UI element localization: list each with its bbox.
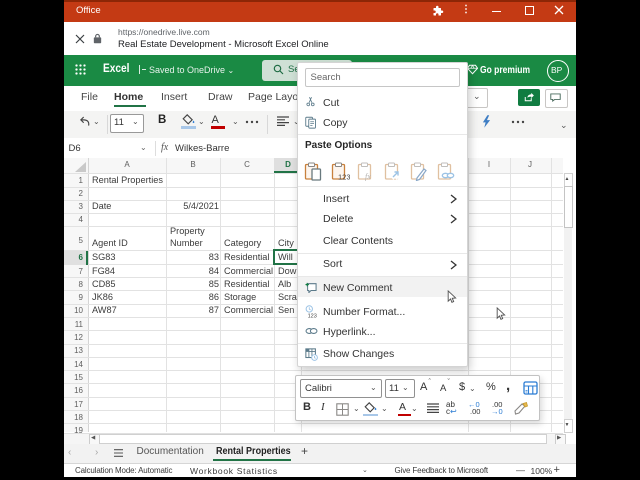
svg-text:123: 123 <box>308 314 317 319</box>
svg-text:fx: fx <box>365 172 371 181</box>
svg-text:123: 123 <box>338 173 350 182</box>
